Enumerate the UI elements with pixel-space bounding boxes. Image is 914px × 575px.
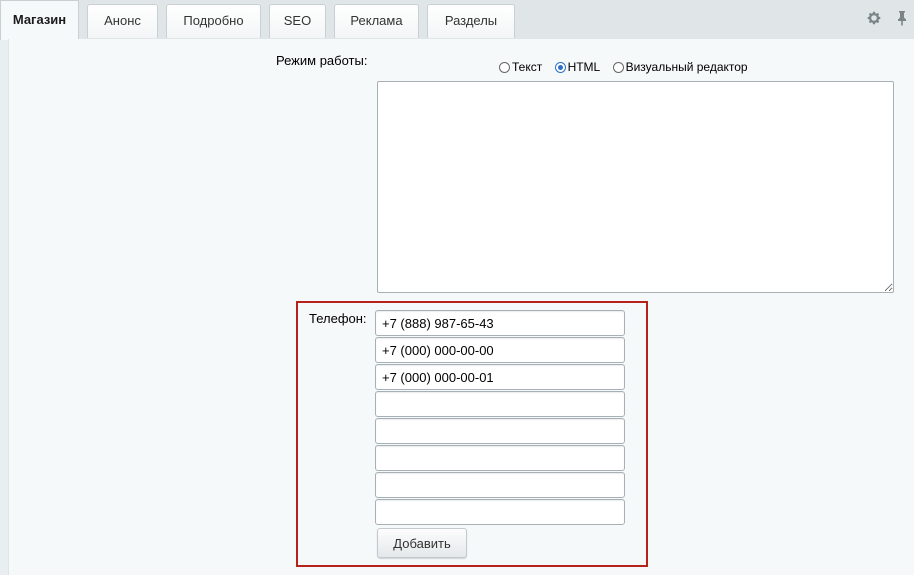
tab-sections[interactable]: Разделы [427,4,515,38]
radio-button-checked[interactable] [554,61,566,73]
phone-input-4[interactable] [375,391,625,417]
tab-bar: Магазин Анонс Подробно SEO Реклама Разде… [0,0,914,40]
work-mode-radio-group: Текст HTML Визуальный редактор [499,59,757,75]
radio-visual-option[interactable]: Визуальный редактор [612,59,748,75]
phone-input-5[interactable] [375,418,625,444]
radio-label: Визуальный редактор [625,60,748,75]
radio-html-option[interactable]: HTML [554,59,601,75]
work-mode-label: Режим работы: [276,53,368,68]
radio-button[interactable] [499,61,510,73]
tab-shop[interactable]: Магазин [0,0,79,40]
work-mode-textarea[interactable] [377,81,894,293]
gear-icon[interactable] [865,10,883,28]
phone-input-8[interactable] [375,499,625,525]
form-panel: Режим работы: Текст HTML Визуальный реда… [8,39,914,575]
phone-input-1[interactable] [375,310,625,336]
tab-details[interactable]: Подробно [166,4,261,38]
tab-announce[interactable]: Анонс [87,4,158,38]
phone-input-2[interactable] [375,337,625,363]
radio-label: Текст [512,60,543,75]
phone-input-3[interactable] [375,364,625,390]
phone-input-6[interactable] [375,445,625,471]
pin-icon[interactable] [893,10,911,28]
tab-seo[interactable]: SEO [269,4,326,38]
tab-ads[interactable]: Реклама [334,4,419,38]
radio-text-option[interactable]: Текст [499,59,542,74]
radio-label: HTML [567,60,601,75]
phone-label: Телефон: [309,311,367,326]
add-phone-button[interactable]: Добавить [377,528,467,558]
radio-button[interactable] [612,61,624,73]
phone-input-7[interactable] [375,472,625,498]
